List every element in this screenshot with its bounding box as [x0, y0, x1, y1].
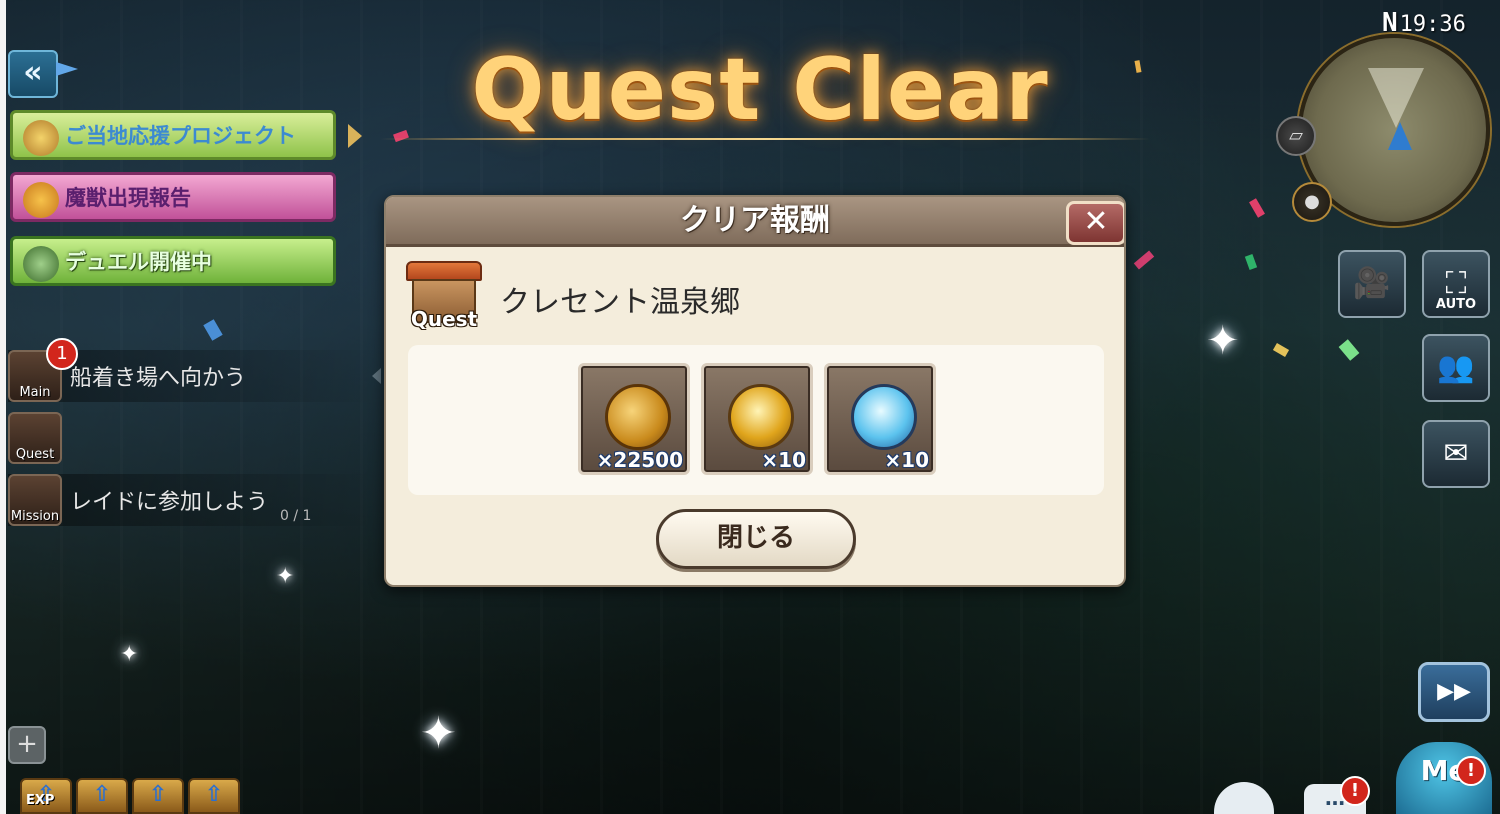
- task-icon-label: Main: [19, 385, 51, 400]
- skip-chest-button[interactable]: ▶▶: [1418, 662, 1490, 722]
- party-icon: 👥: [1437, 350, 1475, 385]
- collapse-arrow-icon[interactable]: [372, 368, 381, 384]
- sparkle: ✦: [120, 642, 139, 667]
- reward-quantity: ×10: [761, 448, 806, 472]
- confetti: [1249, 198, 1265, 218]
- gold-orb-icon: [728, 384, 794, 450]
- map-toggle-button[interactable]: ▱: [1276, 116, 1316, 156]
- quest-house-icon: Quest: [406, 261, 482, 333]
- auto-button[interactable]: ⛶ AUTO: [1422, 250, 1490, 318]
- quest-name: クレセント温泉郷: [500, 285, 740, 320]
- party-button[interactable]: 👥: [1422, 334, 1490, 402]
- view-cone: [1368, 68, 1424, 128]
- flag-icon: [56, 62, 78, 76]
- task-text: レイドに参加しよう: [70, 490, 269, 515]
- banner-duel-event[interactable]: デュエル開催中: [10, 236, 336, 286]
- quest-house-icon: Quest: [8, 412, 62, 464]
- banner-label: デュエル開催中: [65, 250, 212, 274]
- mascot-icon: [23, 120, 59, 156]
- title-divider: [380, 138, 1150, 140]
- reward-quantity: ×22500: [596, 448, 683, 472]
- map-icon: ▱: [1289, 125, 1303, 146]
- sparkle: ✦: [1206, 318, 1240, 364]
- plus-icon: +: [16, 729, 38, 759]
- dialog-close-button[interactable]: 閉じる: [656, 509, 856, 569]
- banner-label: 魔獣出現報告: [65, 186, 191, 210]
- add-shortcut-button[interactable]: +: [8, 726, 46, 764]
- up-arrow-icon: ⇧: [148, 782, 168, 807]
- task-row-quest[interactable]: Quest: [8, 412, 376, 464]
- window-edge: [0, 0, 6, 814]
- double-chevron-left-icon: «: [23, 55, 43, 90]
- chat-alert-badge: !: [1340, 776, 1370, 806]
- title-arrow-icon: [348, 124, 362, 148]
- task-icon-label: Quest: [15, 447, 55, 462]
- reward-item-blue-orb[interactable]: ×10: [824, 363, 936, 475]
- exp-label: EXP: [26, 793, 55, 808]
- rewards-panel: ×22500 ×10 ×10: [408, 345, 1104, 495]
- task-text: 船着き場へ向かう: [70, 366, 247, 391]
- mail-button[interactable]: ✉: [1422, 420, 1490, 488]
- sparkle: ✦: [276, 564, 295, 589]
- exp-boost-button[interactable]: ⇧ EXP: [20, 778, 72, 814]
- mail-group-icon: ✉: [1443, 436, 1469, 471]
- up-arrow-icon: ⇧: [204, 782, 224, 807]
- banner-label: ご当地応援プロジェクト: [65, 124, 296, 148]
- beast-mask-icon: [23, 182, 59, 218]
- auto-label: AUTO: [1435, 297, 1477, 312]
- confetti: [1272, 343, 1290, 357]
- mission-icon: Mission: [8, 474, 62, 526]
- close-x-icon: ✕: [1083, 204, 1109, 239]
- banner-local-support[interactable]: ご当地応援プロジェクト: [10, 110, 336, 160]
- menu-alert-badge: !: [1456, 756, 1486, 786]
- confetti: [1133, 250, 1155, 270]
- up-arrow-icon: ⇧: [92, 782, 112, 807]
- auto-target-icon: ⛶: [1445, 266, 1467, 301]
- task-row-mission[interactable]: Mission レイドに参加しよう 0 / 1: [8, 474, 376, 526]
- reward-item-coin[interactable]: ×22500: [578, 363, 690, 475]
- player-marker-icon: [1388, 122, 1412, 150]
- task-row-main[interactable]: Main 1 船着き場へ向かう: [8, 338, 376, 402]
- reward-item-gold-orb[interactable]: ×10: [701, 363, 813, 475]
- movie-camera-icon: 🎥: [1353, 266, 1391, 301]
- back-button[interactable]: «: [8, 50, 58, 98]
- quest-clear-title: Quest Clear: [471, 40, 1049, 140]
- stamp-button[interactable]: [1214, 782, 1274, 814]
- quest-icon-label: Quest: [410, 307, 478, 331]
- task-progress: 0 / 1: [280, 508, 312, 524]
- clear-reward-dialog: クリア報酬 ✕ Quest クレセント温泉郷 ×22500 ×10 ×10 閉じ…: [384, 195, 1126, 587]
- confetti: [1338, 339, 1360, 361]
- pin-icon: ●: [1304, 191, 1320, 212]
- confetti: [203, 319, 223, 341]
- reward-quantity: ×10: [884, 448, 929, 472]
- quest-icon-roof: [406, 261, 482, 281]
- blue-orb-icon: [851, 384, 917, 450]
- minimap-marker-button[interactable]: ●: [1292, 182, 1332, 222]
- camera-button[interactable]: 🎥: [1338, 250, 1406, 318]
- crossed-swords-icon: [23, 246, 59, 282]
- boost-button-4[interactable]: ⇧: [188, 778, 240, 814]
- confetti: [1244, 254, 1258, 270]
- banner-beast-report[interactable]: 魔獣出現報告: [10, 172, 336, 222]
- treasure-chest-icon: ▶▶: [1437, 679, 1471, 704]
- boost-button-3[interactable]: ⇧: [132, 778, 184, 814]
- gold-coin-icon: [605, 384, 671, 450]
- close-button[interactable]: ✕: [1066, 201, 1124, 245]
- dialog-header: クリア報酬: [386, 197, 1124, 247]
- sparkle: ✦: [420, 708, 457, 759]
- time-text: 19:36: [1399, 12, 1466, 37]
- boost-button-2[interactable]: ⇧: [76, 778, 128, 814]
- task-icon-label: Mission: [10, 509, 60, 524]
